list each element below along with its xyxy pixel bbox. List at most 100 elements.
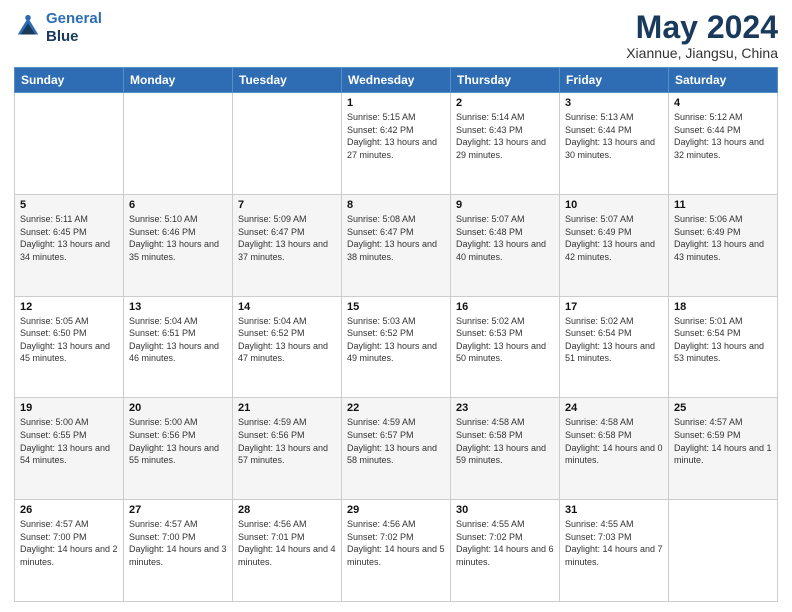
calendar-cell: 31 Sunrise: 4:55 AMSunset: 7:03 PMDayligh… — [560, 500, 669, 602]
subtitle: Xiannue, Jiangsu, China — [626, 45, 778, 61]
calendar-cell: 27Sunrise: 4:57 AMSunset: 7:00 PMDayligh… — [124, 500, 233, 602]
day-header-saturday: Saturday — [669, 68, 778, 93]
calendar-cell: 10Sunrise: 5:07 AMSunset: 6:49 PMDayligh… — [560, 194, 669, 296]
calendar-cell: 11Sunrise: 5:06 AMSunset: 6:49 PMDayligh… — [669, 194, 778, 296]
day-number: 10 — [565, 199, 663, 211]
day-info: Sunrise: 4:56 AMSunset: 7:01 PMDaylight:… — [238, 518, 336, 568]
day-info: Sunrise: 5:15 AMSunset: 6:42 PMDaylight:… — [347, 111, 445, 161]
day-info: Sunrise: 5:04 AMSunset: 6:52 PMDaylight:… — [238, 315, 336, 365]
day-number: 1 — [347, 97, 445, 109]
day-info: Sunrise: 5:13 AMSunset: 6:44 PMDaylight:… — [565, 111, 663, 161]
day-info: Sunrise: 5:00 AMSunset: 6:56 PMDaylight:… — [129, 416, 227, 466]
calendar-cell: 18 Sunrise: 5:01 AMSunset: 6:54 PMDayligh… — [669, 296, 778, 398]
day-info: Sunrise: 4:59 AMSunset: 6:56 PMDaylight:… — [238, 416, 336, 466]
day-number: 22 — [347, 402, 445, 414]
week-row-2: 5Sunrise: 5:11 AMSunset: 6:45 PMDaylight… — [15, 194, 778, 296]
day-number: 13 — [129, 301, 227, 313]
day-info: Sunrise: 4:58 AMSunset: 6:58 PMDaylight:… — [565, 416, 663, 466]
calendar-cell: 20Sunrise: 5:00 AMSunset: 6:56 PMDayligh… — [124, 398, 233, 500]
day-info: Sunrise: 4:56 AMSunset: 7:02 PMDaylight:… — [347, 518, 445, 568]
calendar-cell: 1 Sunrise: 5:15 AMSunset: 6:42 PMDaylight… — [342, 93, 451, 195]
day-number: 9 — [456, 199, 554, 211]
day-info: Sunrise: 5:00 AMSunset: 6:55 PMDaylight:… — [20, 416, 118, 466]
calendar-cell: 8 Sunrise: 5:08 AMSunset: 6:47 PMDaylight… — [342, 194, 451, 296]
calendar-cell: 3 Sunrise: 5:13 AMSunset: 6:44 PMDaylight… — [560, 93, 669, 195]
day-number: 17 — [565, 301, 663, 313]
day-number: 15 — [347, 301, 445, 313]
day-number: 14 — [238, 301, 336, 313]
day-info: Sunrise: 5:01 AMSunset: 6:54 PMDaylight:… — [674, 315, 772, 365]
day-info: Sunrise: 4:57 AMSunset: 6:59 PMDaylight:… — [674, 416, 772, 466]
day-header-monday: Monday — [124, 68, 233, 93]
calendar-cell — [15, 93, 124, 195]
day-number: 21 — [238, 402, 336, 414]
calendar-cell: 5Sunrise: 5:11 AMSunset: 6:45 PMDaylight… — [15, 194, 124, 296]
day-info: Sunrise: 5:05 AMSunset: 6:50 PMDaylight:… — [20, 315, 118, 365]
calendar: SundayMondayTuesdayWednesdayThursdayFrid… — [14, 67, 778, 602]
calendar-cell: 26Sunrise: 4:57 AMSunset: 7:00 PMDayligh… — [15, 500, 124, 602]
calendar-cell: 21 Sunrise: 4:59 AMSunset: 6:56 PMDayligh… — [233, 398, 342, 500]
day-number: 7 — [238, 199, 336, 211]
day-number: 12 — [20, 301, 118, 313]
calendar-cell — [124, 93, 233, 195]
day-number: 31 — [565, 504, 663, 516]
week-row-4: 19 Sunrise: 5:00 AMSunset: 6:55 PMDayligh… — [15, 398, 778, 500]
day-number: 5 — [20, 199, 118, 211]
calendar-cell: 4Sunrise: 5:12 AMSunset: 6:44 PMDaylight… — [669, 93, 778, 195]
day-info: Sunrise: 4:55 AMSunset: 7:02 PMDaylight:… — [456, 518, 554, 568]
day-header-tuesday: Tuesday — [233, 68, 342, 93]
calendar-cell: 6Sunrise: 5:10 AMSunset: 6:46 PMDaylight… — [124, 194, 233, 296]
day-number: 24 — [565, 402, 663, 414]
day-number: 25 — [674, 402, 772, 414]
day-info: Sunrise: 4:58 AMSunset: 6:58 PMDaylight:… — [456, 416, 554, 466]
calendar-cell: 23 Sunrise: 4:58 AMSunset: 6:58 PMDayligh… — [451, 398, 560, 500]
calendar-cell: 29Sunrise: 4:56 AMSunset: 7:02 PMDayligh… — [342, 500, 451, 602]
day-number: 28 — [238, 504, 336, 516]
day-number: 6 — [129, 199, 227, 211]
day-info: Sunrise: 5:09 AMSunset: 6:47 PMDaylight:… — [238, 213, 336, 263]
calendar-cell: 22 Sunrise: 4:59 AMSunset: 6:57 PMDayligh… — [342, 398, 451, 500]
calendar-cell: 28 Sunrise: 4:56 AMSunset: 7:01 PMDayligh… — [233, 500, 342, 602]
calendar-cell: 2 Sunrise: 5:14 AMSunset: 6:43 PMDaylight… — [451, 93, 560, 195]
day-info: Sunrise: 5:14 AMSunset: 6:43 PMDaylight:… — [456, 111, 554, 161]
calendar-header-row: SundayMondayTuesdayWednesdayThursdayFrid… — [15, 68, 778, 93]
logo-text: General Blue — [46, 10, 102, 46]
calendar-cell — [669, 500, 778, 602]
title-block: May 2024 Xiannue, Jiangsu, China — [626, 10, 778, 61]
day-number: 18 — [674, 301, 772, 313]
calendar-cell: 24 Sunrise: 4:58 AMSunset: 6:58 PMDayligh… — [560, 398, 669, 500]
calendar-cell: 14 Sunrise: 5:04 AMSunset: 6:52 PMDayligh… — [233, 296, 342, 398]
day-number: 19 — [20, 402, 118, 414]
day-info: Sunrise: 4:59 AMSunset: 6:57 PMDaylight:… — [347, 416, 445, 466]
calendar-cell: 12 Sunrise: 5:05 AMSunset: 6:50 PMDayligh… — [15, 296, 124, 398]
day-number: 8 — [347, 199, 445, 211]
day-number: 26 — [20, 504, 118, 516]
calendar-cell: 17Sunrise: 5:02 AMSunset: 6:54 PMDayligh… — [560, 296, 669, 398]
calendar-cell: 13 Sunrise: 5:04 AMSunset: 6:51 PMDayligh… — [124, 296, 233, 398]
day-number: 4 — [674, 97, 772, 109]
logo-icon — [14, 14, 42, 42]
week-row-3: 12 Sunrise: 5:05 AMSunset: 6:50 PMDayligh… — [15, 296, 778, 398]
day-info: Sunrise: 4:55 AMSunset: 7:03 PMDaylight:… — [565, 518, 663, 568]
week-row-5: 26Sunrise: 4:57 AMSunset: 7:00 PMDayligh… — [15, 500, 778, 602]
day-info: Sunrise: 5:08 AMSunset: 6:47 PMDaylight:… — [347, 213, 445, 263]
calendar-cell: 16Sunrise: 5:02 AMSunset: 6:53 PMDayligh… — [451, 296, 560, 398]
day-info: Sunrise: 5:03 AMSunset: 6:52 PMDaylight:… — [347, 315, 445, 365]
calendar-cell: 15 Sunrise: 5:03 AMSunset: 6:52 PMDayligh… — [342, 296, 451, 398]
page: General Blue May 2024 Xiannue, Jiangsu, … — [0, 0, 792, 612]
calendar-cell: 19 Sunrise: 5:00 AMSunset: 6:55 PMDayligh… — [15, 398, 124, 500]
day-info: Sunrise: 5:07 AMSunset: 6:48 PMDaylight:… — [456, 213, 554, 263]
day-number: 2 — [456, 97, 554, 109]
day-header-friday: Friday — [560, 68, 669, 93]
week-row-1: 1 Sunrise: 5:15 AMSunset: 6:42 PMDaylight… — [15, 93, 778, 195]
day-number: 23 — [456, 402, 554, 414]
day-header-thursday: Thursday — [451, 68, 560, 93]
day-info: Sunrise: 5:04 AMSunset: 6:51 PMDaylight:… — [129, 315, 227, 365]
day-number: 3 — [565, 97, 663, 109]
calendar-cell: 9 Sunrise: 5:07 AMSunset: 6:48 PMDaylight… — [451, 194, 560, 296]
day-info: Sunrise: 5:06 AMSunset: 6:49 PMDaylight:… — [674, 213, 772, 263]
day-header-sunday: Sunday — [15, 68, 124, 93]
logo: General Blue — [14, 10, 102, 46]
calendar-cell: 30Sunrise: 4:55 AMSunset: 7:02 PMDayligh… — [451, 500, 560, 602]
header: General Blue May 2024 Xiannue, Jiangsu, … — [14, 10, 778, 61]
